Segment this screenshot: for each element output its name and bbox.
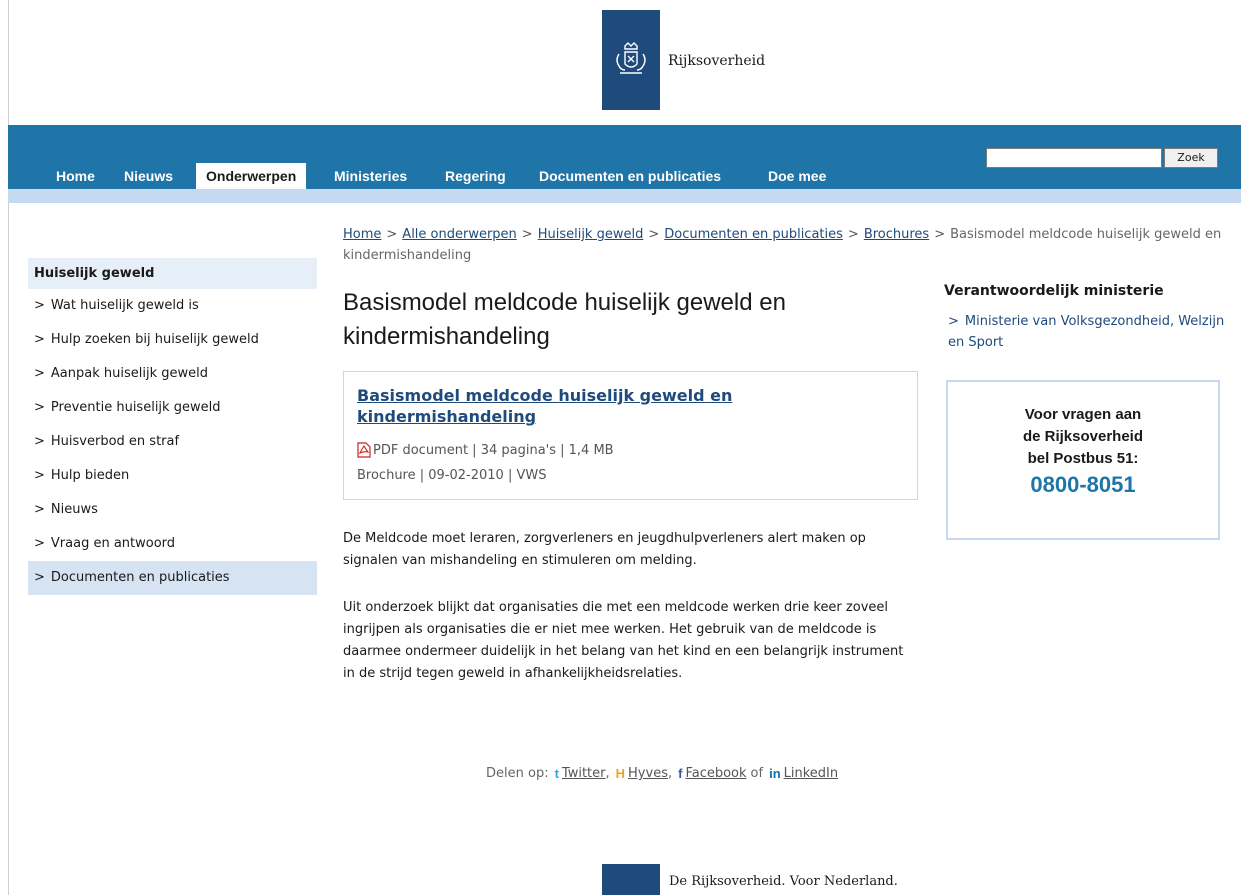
nav-onderwerpen[interactable]: Onderwerpen — [196, 163, 307, 189]
sidebar-title[interactable]: Huiselijk geweld — [28, 258, 317, 289]
ministry-link-label: Ministerie van Volksgezondheid, Welzijn … — [948, 314, 1225, 350]
sidebar-item-label: Vraag en antwoord — [50, 536, 176, 551]
document-card: Basismodel meldcode huiselijk geweld en … — [343, 371, 918, 500]
twitter-icon: t — [554, 766, 559, 781]
search-input[interactable] — [986, 148, 1162, 168]
search-button[interactable]: Zoek — [1164, 148, 1218, 168]
contact-phone-number: 0800-8051 — [1030, 472, 1136, 497]
contact-line-2: de Rijksoverheid — [1022, 428, 1144, 445]
ministry-heading: Verantwoordelijk ministerie — [944, 283, 1164, 299]
nav-documenten-en-publicaties[interactable]: Documenten en publicaties — [539, 163, 721, 189]
sidebar-item-label: Huisverbod en straf — [50, 434, 180, 449]
breadcrumb-separator: > — [648, 227, 660, 242]
share-separator: , — [605, 766, 610, 781]
coat-of-arms-emblem — [602, 10, 660, 110]
sidebar-item-hulp-bieden[interactable]: > Hulp bieden — [28, 459, 317, 493]
footer-slogan: De Rijksoverheid. Voor Nederland. — [669, 874, 898, 889]
site-logo[interactable]: Rijksoverheid — [602, 10, 765, 110]
document-format-info: PDF document | 34 pagina's | 1,4 MB — [373, 442, 614, 458]
sidebar-item-huisverbod[interactable]: > Huisverbod en straf — [28, 425, 317, 459]
chevron-right-icon: > — [34, 502, 45, 517]
page-title: Basismodel meldcode huiselijk geweld en … — [343, 289, 786, 350]
chevron-right-icon: > — [34, 434, 45, 449]
sidebar-item-vraag-en-antwoord[interactable]: > Vraag en antwoord — [28, 527, 317, 561]
ministry-link[interactable]: > Ministerie van Volksgezondheid, Welzijn… — [948, 311, 1228, 353]
breadcrumb-separator: > — [934, 227, 946, 242]
share-bar: Delen op: t Twitter, H Hyves, f Facebook of… — [486, 766, 838, 781]
sidebar-item-label: Nieuws — [50, 502, 98, 517]
body-paragraph: Uit onderzoek blijkt dat organisaties di… — [343, 600, 904, 681]
breadcrumb-separator: > — [847, 227, 859, 242]
nav-ministeries[interactable]: Ministeries — [334, 163, 407, 189]
nav-regering[interactable]: Regering — [445, 163, 506, 189]
breadcrumb-brochures[interactable]: Brochures — [864, 227, 929, 242]
sidebar-item-label: Preventie huiselijk geweld — [50, 400, 221, 415]
breadcrumb: Home > Alle onderwerpen > Huiselijk geweld > D… — [343, 224, 1223, 266]
footer-logo-emblem — [602, 864, 660, 895]
share-twitter-link[interactable]: Twitter — [562, 766, 606, 781]
breadcrumb-huiselijk-geweld[interactable]: Huiselijk geweld — [538, 227, 644, 242]
share-hyves-link[interactable]: Hyves — [628, 766, 668, 781]
share-or-text: of — [750, 766, 764, 781]
hyves-icon: H — [615, 766, 626, 781]
document-link[interactable]: Basismodel meldcode huiselijk geweld en … — [357, 385, 777, 427]
document-meta: PDF document | 34 pagina's | 1,4 MB — [357, 442, 614, 458]
facebook-icon: f — [678, 766, 683, 781]
sidebar: Huiselijk geweld > Wat huiselijk geweld i… — [28, 258, 317, 595]
share-facebook-link[interactable]: Facebook — [685, 766, 746, 781]
breadcrumb-home[interactable]: Home — [343, 227, 381, 242]
sidebar-item-hulp-zoeken[interactable]: > Hulp zoeken bij huiselijk geweld — [28, 323, 317, 357]
document-type-info: Brochure | 09-02-2010 | VWS — [357, 468, 547, 483]
sidebar-item-label: Documenten en publicaties — [50, 570, 230, 585]
chevron-right-icon: > — [948, 314, 959, 329]
chevron-right-icon: > — [34, 468, 45, 483]
navigation-underbar — [8, 189, 1241, 203]
chevron-right-icon: > — [34, 536, 45, 551]
sidebar-item-aanpak[interactable]: > Aanpak huiselijk geweld — [28, 357, 317, 391]
sidebar-item-documenten-en-publicaties[interactable]: > Documenten en publicaties — [28, 561, 317, 595]
chevron-right-icon: > — [34, 400, 45, 415]
chevron-right-icon: > — [34, 570, 45, 585]
body-paragraph: De Meldcode moet leraren, zorgverleners … — [343, 531, 866, 568]
sidebar-item-label: Wat huiselijk geweld is — [50, 298, 199, 313]
chevron-right-icon: > — [34, 298, 45, 313]
sidebar-item-wat-huiselijk-geweld-is[interactable]: > Wat huiselijk geweld is — [28, 289, 317, 323]
sidebar-item-nieuws[interactable]: > Nieuws — [28, 493, 317, 527]
contact-line-1: Voor vragen aan — [1024, 406, 1142, 423]
share-separator: , — [667, 766, 673, 781]
nav-doe-mee[interactable]: Doe mee — [768, 163, 826, 189]
share-label: Delen op: — [486, 766, 549, 781]
sidebar-item-label: Hulp bieden — [50, 468, 130, 483]
contact-box: Voor vragen aan de Rijksoverheid bel Pos… — [946, 380, 1220, 540]
logo-text: Rijksoverheid — [668, 53, 766, 69]
breadcrumb-separator: > — [386, 227, 398, 242]
breadcrumb-separator: > — [521, 227, 533, 242]
nav-nieuws[interactable]: Nieuws — [124, 163, 173, 189]
nav-home[interactable]: Home — [56, 163, 95, 189]
sidebar-item-label: Aanpak huiselijk geweld — [50, 366, 208, 381]
breadcrumb-documenten-en-publicaties[interactable]: Documenten en publicaties — [664, 227, 843, 242]
share-linkedin-link[interactable]: LinkedIn — [784, 766, 838, 781]
chevron-right-icon: > — [34, 332, 45, 347]
breadcrumb-alle-onderwerpen[interactable]: Alle onderwerpen — [402, 227, 517, 242]
sidebar-item-label: Hulp zoeken bij huiselijk geweld — [50, 332, 259, 347]
pdf-icon — [357, 442, 371, 458]
chevron-right-icon: > — [34, 366, 45, 381]
sidebar-item-preventie[interactable]: > Preventie huiselijk geweld — [28, 391, 317, 425]
coat-of-arms-icon — [616, 42, 646, 74]
linkedin-icon: in — [769, 766, 781, 781]
contact-line-3: bel Postbus 51: — [1027, 450, 1139, 467]
